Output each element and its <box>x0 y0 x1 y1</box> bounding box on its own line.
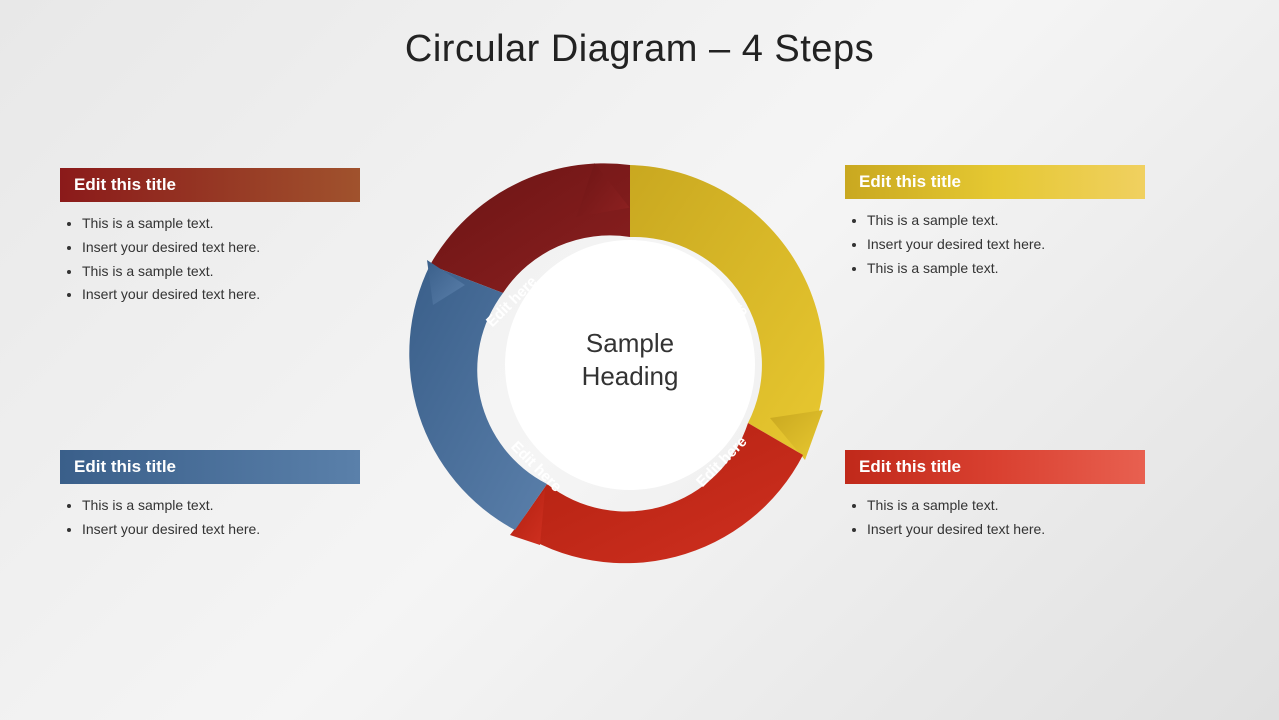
panel-bottom-right: Edit this title This is a sample text. I… <box>845 450 1145 542</box>
panel-bottom-left: Edit this title This is a sample text. I… <box>60 450 360 542</box>
list-item: This is a sample text. <box>867 209 1145 233</box>
panel-bottom-left-title[interactable]: Edit this title <box>60 450 360 484</box>
svg-text:Sample: Sample <box>586 328 674 358</box>
panel-top-left-title[interactable]: Edit this title <box>60 168 360 202</box>
panel-top-right-list: This is a sample text. Insert your desir… <box>845 209 1145 280</box>
list-item: This is a sample text. <box>867 257 1145 281</box>
slide-title: Circular Diagram – 4 Steps <box>0 0 1279 71</box>
svg-text:Heading: Heading <box>582 361 679 391</box>
list-item: Insert your desired text here. <box>82 236 360 260</box>
panel-bottom-left-list: This is a sample text. Insert your desir… <box>60 494 360 542</box>
list-item: Insert your desired text here. <box>82 518 360 542</box>
list-item: Insert your desired text here. <box>867 518 1145 542</box>
circular-diagram: Sample Heading Edit here Edit here Edit … <box>380 100 880 640</box>
list-item: Insert your desired text here. <box>82 283 360 307</box>
list-item: Insert your desired text here. <box>867 233 1145 257</box>
panel-bottom-right-title[interactable]: Edit this title <box>845 450 1145 484</box>
panel-top-left: Edit this title This is a sample text. I… <box>60 168 360 307</box>
panel-bottom-right-list: This is a sample text. Insert your desir… <box>845 494 1145 542</box>
list-item: This is a sample text. <box>82 494 360 518</box>
panel-top-right-title[interactable]: Edit this title <box>845 165 1145 199</box>
panel-top-right: Edit this title This is a sample text. I… <box>845 165 1145 280</box>
panel-top-left-list: This is a sample text. Insert your desir… <box>60 212 360 307</box>
list-item: This is a sample text. <box>867 494 1145 518</box>
list-item: This is a sample text. <box>82 212 360 236</box>
list-item: This is a sample text. <box>82 260 360 284</box>
